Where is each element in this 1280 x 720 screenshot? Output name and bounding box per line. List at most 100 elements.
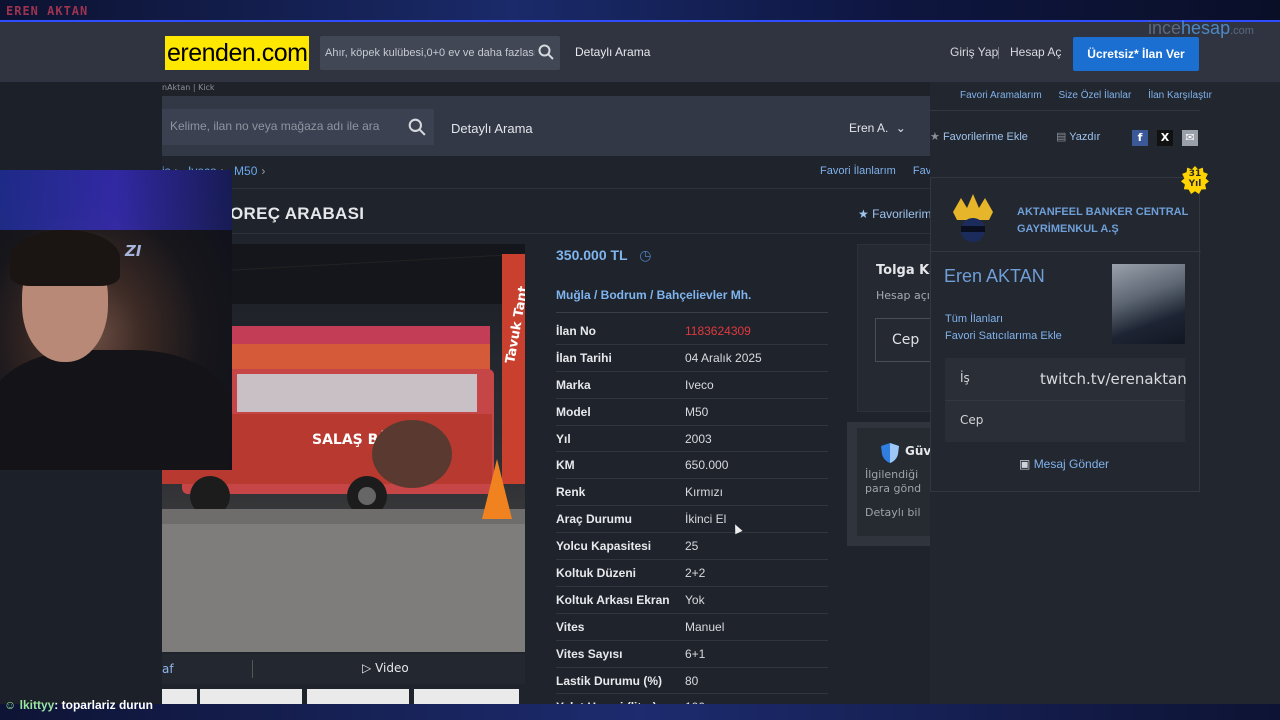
spec-row: İlan Tarihi 04 Aralık 2025	[556, 345, 828, 372]
quick-links: Favori Aramalarım Size Özel İlanlar İlan…	[960, 90, 1226, 101]
user-menu[interactable]: Eren A. ⌄	[849, 121, 906, 135]
spec-value: 2003	[685, 431, 712, 446]
chair-logo-icon: ZI	[125, 242, 142, 260]
stream-brand: EREN AKTAN	[6, 4, 89, 18]
crown-logo-icon	[951, 192, 995, 246]
spec-key: Lastik Durumu (%)	[556, 673, 663, 688]
video-tab[interactable]: ▷ Video	[362, 661, 409, 675]
spec-value: İkinci El	[685, 512, 727, 527]
favorite-listings-link[interactable]: Favori İlanlarım	[820, 165, 896, 177]
spec-key: Yolcu Kapasitesi	[556, 539, 652, 554]
user-icon: ☺	[4, 698, 17, 712]
spec-value: 6+1	[685, 646, 706, 661]
special-listings-link[interactable]: Size Özel İlanlar	[1058, 90, 1131, 101]
streamer-body	[0, 350, 230, 470]
print-button[interactable]: ▤ Yazdır	[1056, 130, 1100, 143]
spec-key: Koltuk Düzeni	[556, 565, 636, 580]
work-value[interactable]: twitch.tv/erenaktan	[1040, 370, 1187, 388]
spec-value: 80	[685, 673, 699, 688]
stream-overlay-top: EREN AKTAN	[0, 0, 1280, 22]
inner-search	[162, 109, 434, 145]
spec-value: Manuel	[685, 619, 725, 634]
work-label: İş	[960, 371, 970, 385]
chevron-down-icon: ⌄	[895, 121, 906, 135]
location[interactable]: Muğla / Bodrum / Bahçelievler Mh.	[556, 288, 751, 302]
chat-message: ☺ lkittyy: toparlariz durun	[4, 698, 153, 712]
price-history-icon[interactable]: ◷	[639, 247, 651, 263]
spec-row: Model M50	[556, 399, 828, 426]
safe-payment-text: İlgilendiği para gönd	[865, 468, 922, 495]
spec-value: 1183624309	[685, 323, 751, 338]
spec-row: Renk Kırmızı	[556, 479, 828, 507]
post-listing-button[interactable]: Ücretsiz* İlan Ver	[1073, 37, 1199, 71]
spec-row: Vites Manuel	[556, 614, 828, 641]
favorite-seller-link[interactable]: Favori Satıcılarıma Ekle	[945, 330, 1062, 342]
seller-card: AKTANFEEL BANKER CENTRAL GAYRİMENKUL A.Ş …	[930, 166, 1209, 492]
spec-key: Vites Sayısı	[556, 646, 623, 661]
inner-tab-strip: nAktan | Kick	[162, 82, 930, 96]
spec-value: Kırmızı	[685, 485, 723, 500]
spec-table: İlan No 1183624309 İlan Tarihi 04 Aralık 20…	[556, 318, 828, 720]
login-link[interactable]: Giriş Yap	[950, 45, 998, 59]
safe-payment-box: Güv İlgilendiği para gönd Detaylı bil	[847, 422, 930, 546]
register-link[interactable]: Hesap Aç	[1010, 45, 1061, 59]
favorites-link-cut[interactable]: Fav	[913, 165, 930, 177]
spec-key: İlan Tarihi	[556, 350, 612, 365]
spec-value: Iveco	[685, 377, 714, 392]
header-search	[320, 36, 560, 70]
spec-row: Koltuk Düzeni 2+2	[556, 560, 828, 587]
spec-value: 650.000	[685, 458, 729, 473]
safe-payment-title: Güv	[905, 444, 930, 458]
spec-key: Koltuk Arkası Ekran	[556, 592, 670, 607]
watermark: incehesap.com	[1148, 18, 1254, 38]
spec-row: Koltuk Arkası Ekran Yok	[556, 587, 828, 614]
facebook-icon[interactable]: f	[1132, 130, 1148, 146]
header-search-input[interactable]	[325, 44, 535, 62]
phone-button[interactable]: Cep	[875, 318, 930, 362]
right-panel: Favori Aramalarım Size Özel İlanlar İlan…	[930, 82, 1280, 720]
star-icon: ★	[858, 207, 869, 221]
spec-row: Lastik Durumu (%) 80	[556, 668, 828, 695]
compare-listings-link[interactable]: İlan Karşılaştır	[1148, 90, 1212, 101]
spec-row: Yıl 2003	[556, 426, 828, 453]
store-header: AKTANFEEL BANKER CENTRAL GAYRİMENKUL A.Ş …	[931, 166, 1209, 252]
spec-row: Marka Iveco	[556, 372, 828, 399]
spec-value: M50	[685, 404, 709, 419]
x-icon[interactable]: X	[1157, 130, 1173, 146]
message-icon: ▣	[1019, 457, 1031, 471]
spec-row: KM 650.000	[556, 452, 828, 480]
photo-tab[interactable]: af	[162, 662, 174, 676]
search-icon[interactable]	[408, 118, 426, 136]
inner-search-input[interactable]	[170, 119, 390, 133]
seller-name[interactable]: Tolga Ka	[876, 263, 930, 278]
mail-icon[interactable]: ✉	[1182, 130, 1198, 146]
detailed-search-link[interactable]: Detaylı Arama	[575, 45, 650, 59]
safe-payment-details[interactable]: Detaylı bil	[865, 506, 921, 519]
store-name[interactable]: AKTANFEEL BANKER CENTRAL GAYRİMENKUL A.Ş	[1017, 204, 1188, 238]
site-logo[interactable]: erenden.com	[165, 36, 309, 70]
divider	[930, 110, 1200, 111]
search-icon[interactable]	[538, 44, 554, 60]
chat-text: : toparlariz durun	[54, 698, 153, 712]
spec-row: Yolcu Kapasitesi 25	[556, 533, 828, 561]
star-icon: ★	[930, 131, 940, 143]
all-listings-link[interactable]: Tüm İlanları	[945, 313, 1003, 325]
photo-tabs: af ▷ Video	[162, 654, 525, 684]
send-message-button[interactable]: ▣ Mesaj Gönder	[1019, 457, 1109, 471]
spec-key: KM	[556, 458, 575, 473]
price: 350.000 TL ◷	[556, 247, 652, 263]
listing-page: nAktan | Kick Detaylı Arama Eren A. ⌄ is…	[162, 82, 930, 720]
inner-detailed-search[interactable]: Detaylı Arama	[451, 121, 533, 136]
streamer-hair	[10, 230, 120, 286]
add-favorite-button[interactable]: ★ Favorilerim	[858, 207, 930, 221]
spec-key: Model	[556, 404, 591, 419]
header-divider	[998, 47, 999, 59]
shield-icon	[880, 442, 900, 468]
spec-key: Marka	[556, 377, 591, 392]
add-to-favorites[interactable]: ★ Favorilerime Ekle	[930, 130, 1028, 143]
breadcrumb-item[interactable]: M50	[234, 164, 257, 178]
favorite-searches-link[interactable]: Favori Aramalarım	[960, 90, 1042, 101]
seller-name[interactable]: Eren AKTAN	[944, 266, 1045, 287]
spec-key: Vites	[556, 619, 585, 634]
printer-icon: ▤	[1056, 131, 1067, 143]
